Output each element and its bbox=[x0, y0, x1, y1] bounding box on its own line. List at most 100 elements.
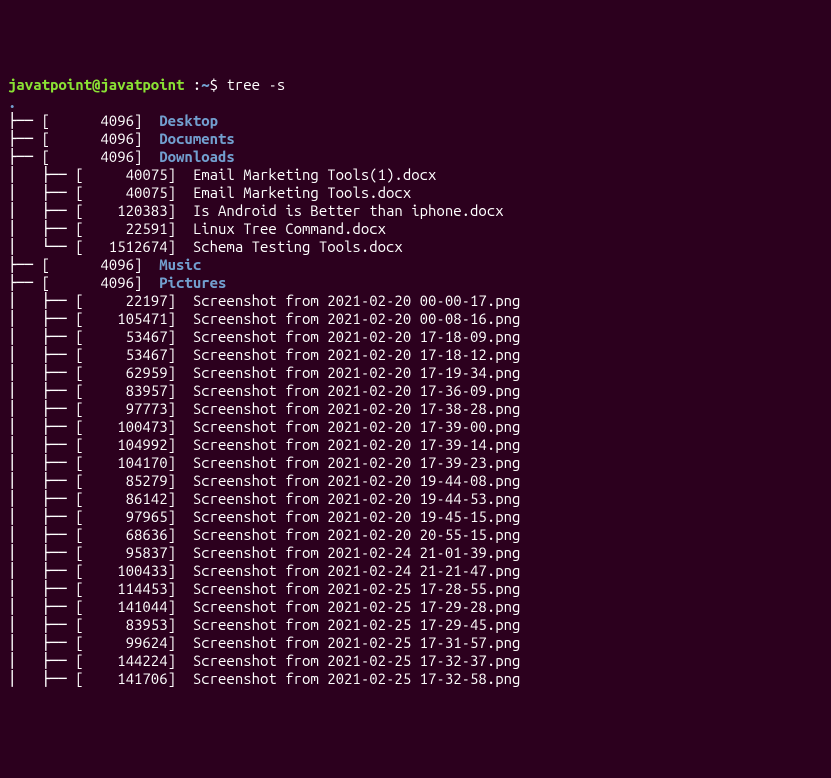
tree-row: │ ├── [ 97965] Screenshot from 2021-02-2… bbox=[8, 508, 823, 526]
tree-name: Desktop bbox=[159, 112, 218, 129]
tree-prefix: │ ├── bbox=[8, 382, 75, 399]
tree-prefix: │ ├── bbox=[8, 166, 75, 183]
tree-row: │ ├── [ 83957] Screenshot from 2021-02-2… bbox=[8, 382, 823, 400]
tree-size: [ 99624] bbox=[75, 634, 193, 651]
tree-size: [ 141044] bbox=[75, 598, 193, 615]
tree-size: [ 85279] bbox=[75, 472, 193, 489]
tree-size: [ 22197] bbox=[75, 292, 193, 309]
prompt-line[interactable]: javatpoint@javatpoint :~$ tree -s bbox=[8, 76, 285, 93]
tree-prefix: │ ├── bbox=[8, 490, 75, 507]
tree-prefix: │ ├── bbox=[8, 580, 75, 597]
tree-row: │ ├── [ 141044] Screenshot from 2021-02-… bbox=[8, 598, 823, 616]
tree-name: Email Marketing Tools(1).docx bbox=[193, 166, 437, 183]
tree-prefix: │ ├── bbox=[8, 184, 75, 201]
tree-prefix: │ ├── bbox=[8, 292, 75, 309]
tree-prefix: │ ├── bbox=[8, 670, 75, 687]
tree-name: Screenshot from 2021-02-20 19-45-15.png bbox=[193, 508, 521, 525]
tree-size: [ 1512674] bbox=[75, 238, 193, 255]
tree-prefix: │ ├── bbox=[8, 364, 75, 381]
tree-row: │ ├── [ 144224] Screenshot from 2021-02-… bbox=[8, 652, 823, 670]
tree-prefix: │ ├── bbox=[8, 400, 75, 417]
tree-name: Downloads bbox=[159, 148, 235, 165]
tree-row: ├── [ 4096] Desktop bbox=[8, 112, 823, 130]
tree-prefix: │ ├── bbox=[8, 202, 75, 219]
tree-size: [ 4096] bbox=[42, 130, 160, 147]
tree-row: │ ├── [ 105471] Screenshot from 2021-02-… bbox=[8, 310, 823, 328]
tree-root: . bbox=[8, 94, 16, 111]
tree-row: │ ├── [ 22591] Linux Tree Command.docx bbox=[8, 220, 823, 238]
tree-prefix: ├── bbox=[8, 256, 42, 273]
tree-size: [ 95837] bbox=[75, 544, 193, 561]
tree-name: Screenshot from 2021-02-20 17-39-14.png bbox=[193, 436, 521, 453]
tree-prefix: │ ├── bbox=[8, 220, 75, 237]
tree-name: Documents bbox=[159, 130, 235, 147]
tree-prefix: │ └── bbox=[8, 238, 75, 255]
tree-size: [ 40075] bbox=[75, 166, 193, 183]
tree-name: Screenshot from 2021-02-20 17-39-00.png bbox=[193, 418, 521, 435]
tree-size: [ 83957] bbox=[75, 382, 193, 399]
tree-row: │ ├── [ 120383] Is Android is Better tha… bbox=[8, 202, 823, 220]
tree-size: [ 100433] bbox=[75, 562, 193, 579]
tree-name: Screenshot from 2021-02-24 21-01-39.png bbox=[193, 544, 521, 561]
tree-prefix: │ ├── bbox=[8, 526, 75, 543]
tree-size: [ 144224] bbox=[75, 652, 193, 669]
tree-name: Screenshot from 2021-02-25 17-28-55.png bbox=[193, 580, 521, 597]
tree-size: [ 97965] bbox=[75, 508, 193, 525]
tree-size: [ 104992] bbox=[75, 436, 193, 453]
tree-size: [ 53467] bbox=[75, 328, 193, 345]
tree-name: Music bbox=[159, 256, 201, 273]
tree-row: │ ├── [ 100433] Screenshot from 2021-02-… bbox=[8, 562, 823, 580]
tree-name: Pictures bbox=[159, 274, 226, 291]
tree-size: [ 83953] bbox=[75, 616, 193, 633]
terminal-output: javatpoint@javatpoint :~$ tree -s . ├── … bbox=[8, 76, 823, 688]
prompt-user-host: javatpoint@javatpoint bbox=[8, 76, 184, 93]
tree-row: │ ├── [ 104170] Screenshot from 2021-02-… bbox=[8, 454, 823, 472]
tree-name: Screenshot from 2021-02-25 17-29-45.png bbox=[193, 616, 521, 633]
tree-size: [ 4096] bbox=[42, 112, 160, 129]
tree-name: Screenshot from 2021-02-25 17-29-28.png bbox=[193, 598, 521, 615]
tree-prefix: │ ├── bbox=[8, 562, 75, 579]
tree-name: Screenshot from 2021-02-25 17-31-57.png bbox=[193, 634, 521, 651]
tree-name: Screenshot from 2021-02-20 00-08-16.png bbox=[193, 310, 521, 327]
tree-name: Linux Tree Command.docx bbox=[193, 220, 386, 237]
tree-row: │ ├── [ 62959] Screenshot from 2021-02-2… bbox=[8, 364, 823, 382]
tree-name: Email Marketing Tools.docx bbox=[193, 184, 411, 201]
tree-row: │ ├── [ 100473] Screenshot from 2021-02-… bbox=[8, 418, 823, 436]
tree-name: Is Android is Better than iphone.docx bbox=[193, 202, 504, 219]
tree-size: [ 4096] bbox=[42, 256, 160, 273]
tree-size: [ 141706] bbox=[75, 670, 193, 687]
tree-prefix: │ ├── bbox=[8, 310, 75, 327]
tree-prefix: │ ├── bbox=[8, 436, 75, 453]
tree-row: │ ├── [ 68636] Screenshot from 2021-02-2… bbox=[8, 526, 823, 544]
tree-name: Screenshot from 2021-02-24 21-21-47.png bbox=[193, 562, 521, 579]
tree-row: │ ├── [ 85279] Screenshot from 2021-02-2… bbox=[8, 472, 823, 490]
tree-size: [ 68636] bbox=[75, 526, 193, 543]
tree-size: [ 4096] bbox=[42, 148, 160, 165]
tree-name: Screenshot from 2021-02-20 19-44-08.png bbox=[193, 472, 521, 489]
tree-row: │ ├── [ 40075] Email Marketing Tools.doc… bbox=[8, 184, 823, 202]
tree-row: ├── [ 4096] Documents bbox=[8, 130, 823, 148]
tree-prefix: │ ├── bbox=[8, 472, 75, 489]
tree-size: [ 53467] bbox=[75, 346, 193, 363]
tree-prefix: │ ├── bbox=[8, 598, 75, 615]
tree-prefix: ├── bbox=[8, 148, 42, 165]
tree-prefix: │ ├── bbox=[8, 346, 75, 363]
tree-size: [ 40075] bbox=[75, 184, 193, 201]
tree-name: Screenshot from 2021-02-20 17-36-09.png bbox=[193, 382, 521, 399]
tree-prefix: │ ├── bbox=[8, 454, 75, 471]
tree-name: Schema Testing Tools.docx bbox=[193, 238, 403, 255]
tree-prefix: │ ├── bbox=[8, 328, 75, 345]
tree-row: │ └── [ 1512674] Schema Testing Tools.do… bbox=[8, 238, 823, 256]
prompt-path: ~ bbox=[201, 76, 209, 93]
tree-prefix: │ ├── bbox=[8, 508, 75, 525]
tree-name: Screenshot from 2021-02-20 17-38-28.png bbox=[193, 400, 521, 417]
tree-size: [ 105471] bbox=[75, 310, 193, 327]
tree-row: │ ├── [ 40075] Email Marketing Tools(1).… bbox=[8, 166, 823, 184]
tree-row: ├── [ 4096] Pictures bbox=[8, 274, 823, 292]
tree-row: │ ├── [ 114453] Screenshot from 2021-02-… bbox=[8, 580, 823, 598]
tree-size: [ 114453] bbox=[75, 580, 193, 597]
tree-row: │ ├── [ 97773] Screenshot from 2021-02-2… bbox=[8, 400, 823, 418]
tree-row: │ ├── [ 86142] Screenshot from 2021-02-2… bbox=[8, 490, 823, 508]
command-text: tree -s bbox=[226, 76, 285, 93]
tree-row: │ ├── [ 83953] Screenshot from 2021-02-2… bbox=[8, 616, 823, 634]
